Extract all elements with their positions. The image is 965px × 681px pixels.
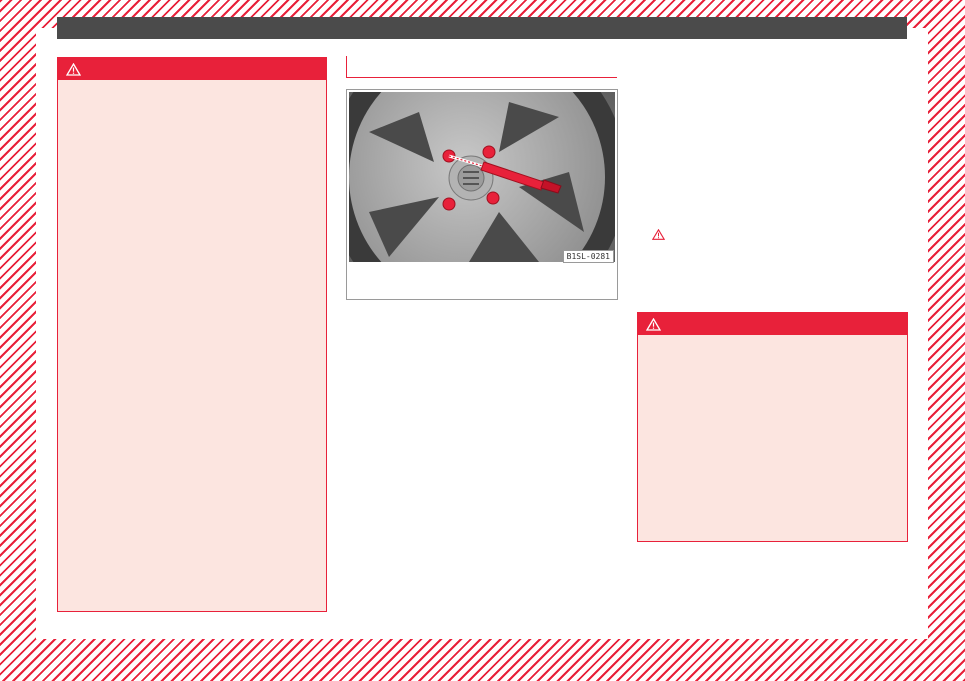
warning-box-right-header — [638, 313, 907, 335]
section-heading-rule — [346, 56, 617, 78]
warning-triangle-icon — [652, 229, 665, 240]
warning-triangle-icon — [646, 317, 661, 331]
warning-box-right — [637, 312, 908, 542]
header-bar — [57, 17, 907, 39]
warning-box-left-header — [58, 58, 326, 80]
wheel-figure: B1SL-0281 — [346, 89, 618, 300]
warning-triangle-icon — [66, 62, 81, 76]
figure-code-label: B1SL-0281 — [562, 250, 614, 263]
wheel-bolt-illustration — [349, 92, 615, 262]
warning-box-left — [57, 57, 327, 612]
